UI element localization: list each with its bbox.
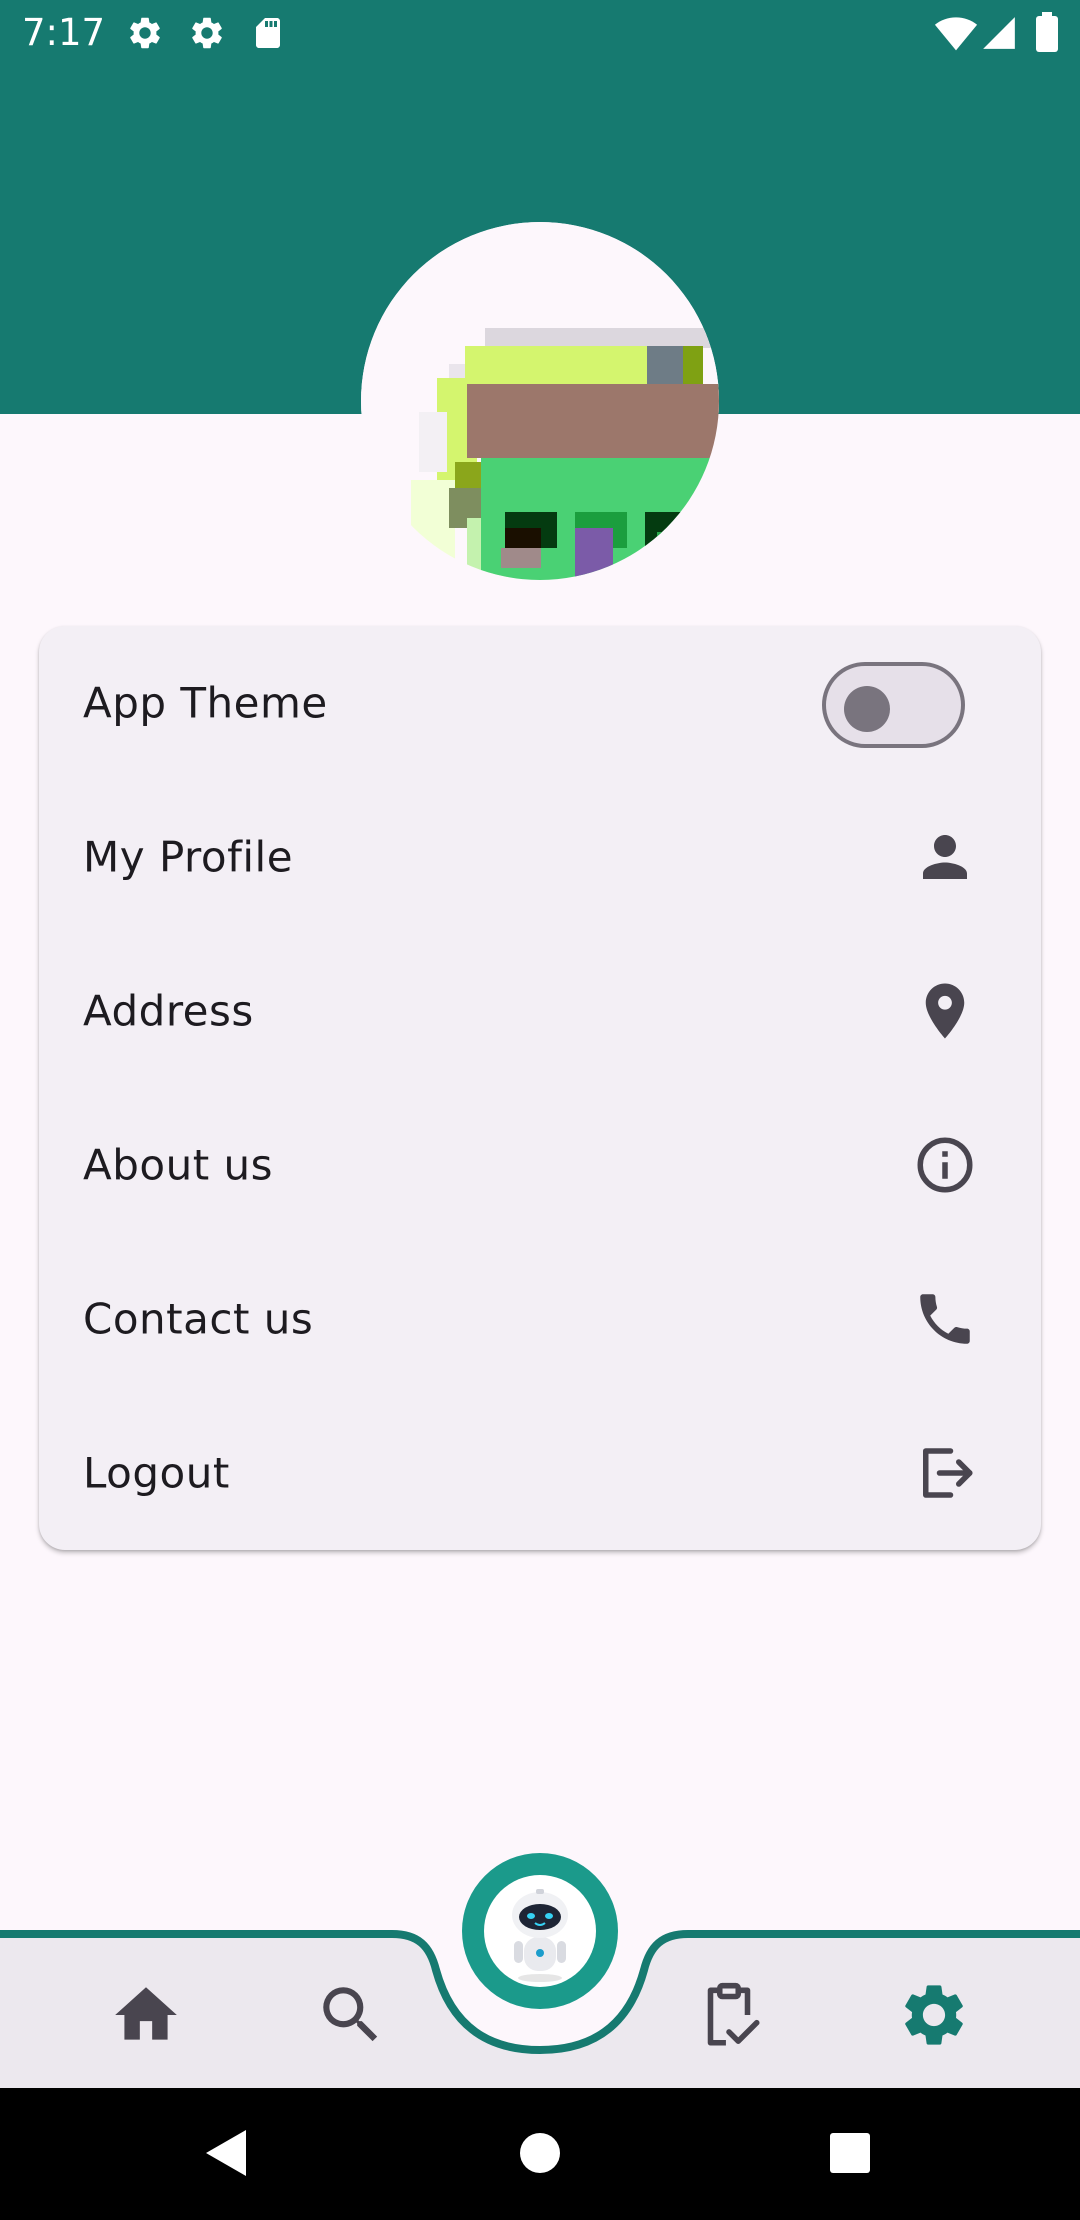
status-bar: 7:17 (0, 0, 1080, 66)
avatar[interactable] (361, 222, 719, 580)
settings-item-label: About us (83, 1140, 274, 1190)
settings-item-label: Logout (83, 1448, 230, 1498)
settings-item-my-profile[interactable]: My Profile (39, 780, 1041, 934)
home-circle-icon[interactable] (519, 2132, 561, 2174)
info-icon (912, 1132, 978, 1198)
robot-assistant-icon (484, 1875, 596, 1987)
sd-card-icon (250, 14, 286, 52)
settings-item-label: App Theme (83, 678, 328, 728)
toggle-knob (844, 686, 890, 732)
gear-icon (126, 14, 164, 52)
recents-square-icon[interactable] (830, 2133, 870, 2173)
phone-icon (912, 1286, 978, 1352)
gear-icon (188, 14, 226, 52)
location-pin-icon (912, 978, 978, 1044)
status-time: 7:17 (22, 11, 106, 54)
app-theme-toggle[interactable] (822, 662, 965, 748)
settings-item-label: Address (83, 986, 254, 1036)
settings-item-address[interactable]: Address (39, 934, 1041, 1088)
gear-icon[interactable] (897, 1978, 971, 2052)
settings-item-contact-us[interactable]: Contact us (39, 1242, 1041, 1396)
settings-item-label: Contact us (83, 1294, 314, 1344)
assistant-fab-button[interactable] (462, 1853, 618, 2009)
search-icon[interactable] (314, 1978, 388, 2052)
wifi-icon (934, 14, 978, 52)
home-icon[interactable] (109, 1978, 183, 2052)
settings-card: App Theme My Profile Address About us Co… (39, 626, 1041, 1550)
battery-icon (1036, 12, 1058, 52)
back-icon[interactable] (204, 2128, 248, 2178)
logout-icon (912, 1440, 978, 1506)
settings-item-logout[interactable]: Logout (39, 1396, 1041, 1550)
signal-icon (980, 14, 1018, 52)
clipboard-check-icon[interactable] (692, 1978, 766, 2052)
pixel-art-avatar (361, 222, 719, 580)
settings-item-label: My Profile (83, 832, 294, 882)
person-icon (912, 824, 978, 890)
system-nav-bar (0, 2088, 1080, 2220)
settings-item-about-us[interactable]: About us (39, 1088, 1041, 1242)
settings-item-app-theme: App Theme (39, 626, 1041, 780)
